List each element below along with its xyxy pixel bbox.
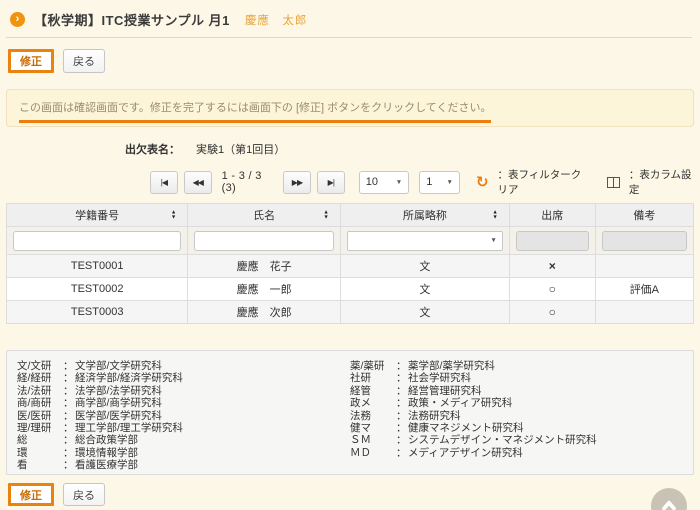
legend-item: 経管：経営管理研究科: [350, 385, 683, 397]
cell-name: 慶應 一郎: [188, 278, 341, 301]
cell-affiliation: 文: [340, 255, 509, 278]
sheet-name-value: 実験1（第1回目）: [196, 141, 285, 157]
legend-item: 健マ：健康マネジメント研究科: [350, 422, 683, 434]
legend-item: 理/理研：理工学部/理工学研究科: [17, 422, 350, 434]
affiliation-legend: 文/文研：文学部/文学研究科 経/経研：経済学部/経済学研究科 法/法研：法学部…: [6, 350, 694, 475]
legend-left-column: 文/文研：文学部/文学研究科 経/経研：経済学部/経済学研究科 法/法研：法学部…: [17, 360, 350, 465]
table-row: TEST0002 慶應 一郎 文 ○ 評価A: [7, 278, 694, 301]
legend-item: 総：総合政策学部: [17, 434, 350, 446]
next-page-button[interactable]: ▶▶: [283, 171, 311, 194]
table-row: TEST0003 慶應 次郎 文 ○: [7, 301, 694, 324]
sheet-meta: 出欠表名： 実験1（第1回目）: [6, 141, 694, 157]
cell-note: 評価A: [595, 278, 693, 301]
table-row: TEST0001 慶應 花子 文 ×: [7, 255, 694, 278]
legend-item: 政メ：政策・メディア研究科: [350, 397, 683, 409]
legend-item: 薬/薬研：薬学部/薬学研究科: [350, 360, 683, 372]
attendance-table: 学籍番号 ▲▼ 氏名 ▲▼ 所属略称 ▲▼ 出席 備考: [6, 203, 694, 324]
legend-item: 商/商研：商学部/商学研究科: [17, 397, 350, 409]
cell-student-id: TEST0002: [7, 278, 188, 301]
cell-note: [595, 255, 693, 278]
cell-affiliation: 文: [340, 278, 509, 301]
sort-icon: ▲▼: [171, 211, 176, 220]
last-page-button[interactable]: ▶|: [317, 171, 345, 194]
first-page-button[interactable]: |◀: [150, 171, 178, 194]
header-affiliation-label: 所属略称: [403, 210, 447, 222]
sort-icon: ▲▼: [323, 211, 328, 220]
header-note-label: 備考: [633, 210, 655, 222]
chevron-up-icon: [659, 496, 679, 510]
header-name[interactable]: 氏名 ▲▼: [188, 204, 341, 227]
legend-item: 医/医研：医学部/医学研究科: [17, 410, 350, 422]
confirmation-notice-text: この画面は確認画面です。修正を完了するには画面下の [修正] ボタンをクリックし…: [19, 99, 491, 123]
sheet-name-label: 出欠表名：: [125, 141, 180, 157]
edit-button-top[interactable]: 修正: [8, 49, 54, 73]
cell-note: [595, 301, 693, 324]
legend-item: ＳＭ：システムデザイン・マネジメント研究科: [350, 434, 683, 446]
filter-attendance-input-disabled: [516, 231, 589, 251]
bottom-toolbar: 修正 戻る: [6, 483, 694, 506]
chevron-down-icon: ▼: [447, 179, 453, 186]
column-config-label: ：表カラム設定: [629, 167, 694, 197]
header-student-id-label: 学籍番号: [75, 210, 119, 222]
page-size-value: 10: [366, 176, 378, 188]
cell-student-id: TEST0001: [7, 255, 188, 278]
filter-affiliation-select[interactable]: ▼: [347, 231, 503, 251]
table-columns-icon[interactable]: [607, 177, 620, 188]
chevron-down-icon: ▼: [490, 237, 496, 244]
back-button-top[interactable]: 戻る: [63, 49, 105, 73]
legend-item: 法/法研：法学部/法学研究科: [17, 385, 350, 397]
filter-clear-icon[interactable]: ↻: [476, 175, 489, 190]
cell-attendance: ○: [509, 301, 595, 324]
header-affiliation[interactable]: 所属略称 ▲▼: [340, 204, 509, 227]
legend-item: 看：看護医療学部: [17, 459, 350, 471]
chevron-down-icon: ▼: [396, 179, 402, 186]
cell-attendance: ○: [509, 278, 595, 301]
cell-student-id: TEST0003: [7, 301, 188, 324]
header-name-label: 氏名: [253, 210, 275, 222]
legend-item: 法務：法務研究科: [350, 410, 683, 422]
header-note: 備考: [595, 204, 693, 227]
legend-right-column: 薬/薬研：薬学部/薬学研究科 社研：社会学研究科 経管：経営管理研究科 政メ：政…: [350, 360, 683, 465]
breadcrumb-arrow-icon: ›: [10, 12, 25, 27]
cell-name: 慶應 次郎: [188, 301, 341, 324]
pagination-bar: |◀ ◀◀ 1 - 3 / 3 (3) ▶▶ ▶| 10 ▼ 1 ▼ ↻ ：表フ…: [150, 170, 694, 194]
cell-attendance: ×: [509, 255, 595, 278]
cell-name: 慶應 花子: [188, 255, 341, 278]
page-number-value: 1: [426, 176, 432, 188]
header-attendance-label: 出席: [541, 210, 563, 222]
page: › 【秋学期】ITC授業サンプル 月1 慶應 太郎 修正 戻る この画面は確認画…: [0, 0, 700, 510]
legend-item: 環：環境情報学部: [17, 447, 350, 459]
header-divider: [6, 37, 692, 38]
filter-clear-label: ：表フィルタークリア: [498, 167, 591, 197]
instructor-name-link[interactable]: 慶應 太郎: [245, 12, 308, 28]
table-filter-row: ▼: [7, 227, 694, 255]
filter-name-input[interactable]: [194, 231, 334, 251]
cell-affiliation: 文: [340, 301, 509, 324]
legend-item: 経/経研：経済学部/経済学研究科: [17, 372, 350, 384]
header-student-id[interactable]: 学籍番号 ▲▼: [7, 204, 188, 227]
page-header: › 【秋学期】ITC授業サンプル 月1 慶應 太郎: [6, 0, 694, 29]
prev-page-button[interactable]: ◀◀: [184, 171, 212, 194]
page-size-select[interactable]: 10 ▼: [359, 171, 410, 194]
table-header-row: 学籍番号 ▲▼ 氏名 ▲▼ 所属略称 ▲▼ 出席 備考: [7, 204, 694, 227]
confirmation-notice: この画面は確認画面です。修正を完了するには画面下の [修正] ボタンをクリックし…: [6, 89, 694, 127]
header-attendance: 出席: [509, 204, 595, 227]
legend-item: 文/文研：文学部/文学研究科: [17, 360, 350, 372]
legend-item: ＭＤ：メディアデザイン研究科: [350, 447, 683, 459]
page-range-text: 1 - 3 / 3 (3): [222, 170, 273, 194]
page-number-select[interactable]: 1 ▼: [419, 171, 460, 194]
back-button-bottom[interactable]: 戻る: [63, 483, 105, 506]
filter-note-input-disabled: [602, 231, 687, 251]
top-toolbar: 修正 戻る: [6, 49, 694, 73]
legend-item: 社研：社会学研究科: [350, 372, 683, 384]
filter-student-id-input[interactable]: [13, 231, 181, 251]
page-title: 【秋学期】ITC授業サンプル 月1: [34, 10, 230, 29]
sort-icon: ▲▼: [492, 211, 497, 220]
edit-button-bottom[interactable]: 修正: [8, 483, 54, 506]
